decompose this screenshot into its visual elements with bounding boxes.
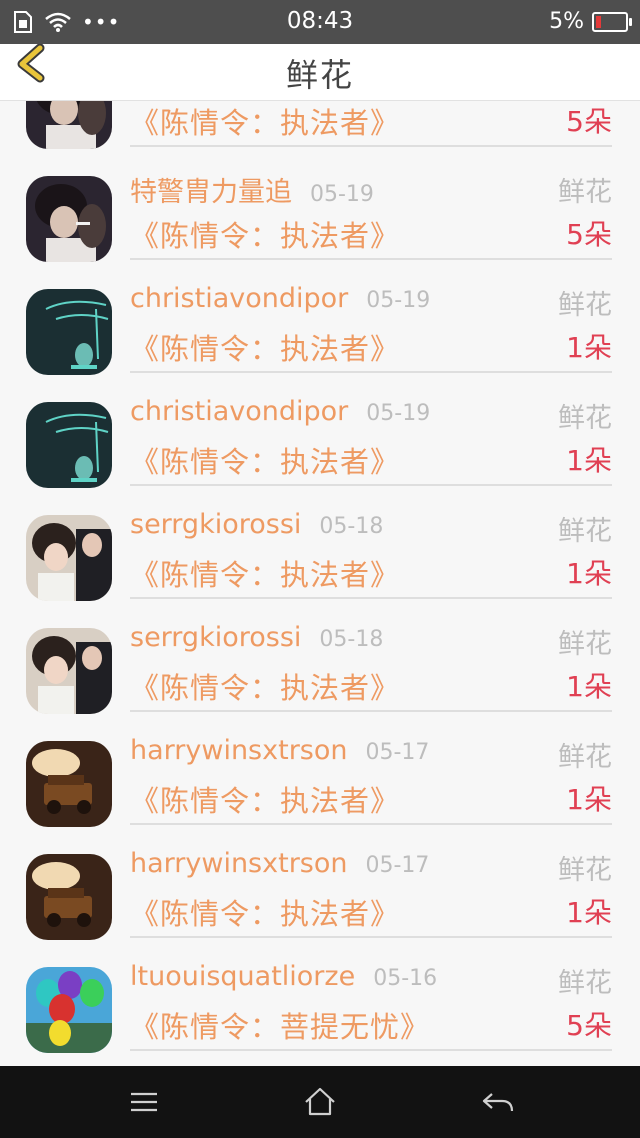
avatar-a (26, 176, 112, 262)
work-title[interactable]: 《陈情令：执法者》 (130, 439, 400, 481)
avatar-d (26, 854, 112, 940)
gift-count: 1朵 (566, 783, 612, 816)
list-item[interactable]: serrgkiorossi 05-18 鲜花 《陈情令：执法者》 1朵 (0, 598, 640, 714)
return-button[interactable] (478, 1084, 518, 1120)
user-name[interactable]: christiavondipor (130, 396, 348, 427)
avatar-e (26, 967, 112, 1053)
avatar-d (26, 741, 112, 827)
work-title[interactable]: 《陈情令：执法者》 (130, 665, 400, 707)
menu-icon (131, 1092, 157, 1112)
gift-type: 鲜花 (558, 290, 612, 321)
gift-date: 05-17 (365, 853, 430, 878)
avatar-b (26, 289, 112, 375)
gift-type: 鲜花 (558, 968, 612, 999)
gift-type: 鲜花 (558, 742, 612, 773)
user-avatar[interactable] (26, 101, 112, 149)
gift-count: 1朵 (566, 331, 612, 364)
gift-record-list: 《陈情令：执法者》 5朵 特警胄力量追 05-19 鲜花 《陈情令：执法者》 5朵 (0, 101, 640, 1066)
user-avatar[interactable] (26, 967, 112, 1053)
battery-indicator: 5% (549, 9, 632, 34)
avatar-a (26, 101, 112, 149)
gift-date: 05-19 (366, 288, 431, 313)
home-icon (305, 1087, 335, 1116)
user-avatar[interactable] (26, 515, 112, 601)
list-item[interactable]: serrgkiorossi 05-18 鲜花 《陈情令：执法者》 1朵 (0, 485, 640, 601)
user-avatar[interactable] (26, 741, 112, 827)
gift-date: 05-17 (365, 740, 430, 765)
avatar-b (26, 402, 112, 488)
work-title[interactable]: 《陈情令：菩提无忧》 (130, 1004, 430, 1046)
gift-date: 05-18 (319, 627, 384, 652)
list-item[interactable]: harrywinsxtrson 05-17 鲜花 《陈情令：执法者》 1朵 (0, 711, 640, 827)
list-item[interactable]: harrywinsxtrson 05-17 鲜花 《陈情令：执法者》 1朵 (0, 824, 640, 940)
user-name[interactable]: harrywinsxtrson (130, 735, 348, 766)
gift-type: 鲜花 (558, 403, 612, 434)
user-avatar[interactable] (26, 854, 112, 940)
avatar-c (26, 628, 112, 714)
status-time: 08:43 (286, 8, 354, 34)
page-title: 鲜花 (285, 56, 354, 94)
return-icon (482, 1093, 514, 1112)
system-nav-bar (0, 1066, 640, 1138)
avatar-c (26, 515, 112, 601)
user-name[interactable]: harrywinsxtrson (130, 848, 348, 879)
gift-count: 1朵 (566, 896, 612, 929)
gift-date: 05-19 (310, 182, 374, 207)
user-avatar[interactable] (26, 628, 112, 714)
gift-count: 1朵 (566, 444, 612, 477)
battery-icon (592, 11, 632, 32)
home-button[interactable] (300, 1084, 340, 1120)
gift-type: 鲜花 (558, 177, 612, 208)
user-name[interactable]: 特警胄力量追 (130, 170, 292, 209)
work-title[interactable]: 《陈情令：执法者》 (130, 326, 400, 368)
gift-type: 鲜花 (558, 629, 612, 660)
gift-type: 鲜花 (558, 855, 612, 886)
nav-bar: 鲜花 (0, 43, 640, 101)
list-item[interactable]: christiavondipor 05-19 鲜花 《陈情令：执法者》 1朵 (0, 372, 640, 488)
list-item[interactable]: 特警胄力量追 05-19 鲜花 《陈情令：执法者》 5朵 (0, 146, 640, 262)
battery-percent: 5% (549, 9, 584, 34)
user-name[interactable]: ltuouisquatliorze (130, 961, 355, 992)
user-avatar[interactable] (26, 402, 112, 488)
list-item[interactable]: christiavondipor 05-19 鲜花 《陈情令：执法者》 1朵 (0, 259, 640, 375)
gift-date: 05-19 (366, 401, 431, 426)
user-name[interactable]: serrgkiorossi (130, 509, 301, 540)
user-avatar[interactable] (26, 176, 112, 262)
work-title[interactable]: 《陈情令：执法者》 (130, 213, 400, 255)
work-title[interactable]: 《陈情令：执法者》 (130, 552, 400, 594)
user-name[interactable]: serrgkiorossi (130, 622, 301, 653)
user-name[interactable]: christiavondipor (130, 283, 348, 314)
list-item-partial[interactable] (0, 1050, 640, 1066)
gift-count: 5朵 (566, 105, 612, 138)
gift-count: 5朵 (566, 1009, 612, 1042)
list-item-partial[interactable]: 《陈情令：执法者》 5朵 (0, 101, 640, 149)
work-title[interactable]: 《陈情令：执法者》 (130, 891, 400, 933)
gift-count: 5朵 (566, 218, 612, 251)
gift-count: 1朵 (566, 670, 612, 703)
gift-date: 05-18 (319, 514, 384, 539)
gift-type: 鲜花 (558, 516, 612, 547)
status-bar: ••• 08:43 5% (0, 0, 640, 44)
menu-button[interactable] (124, 1084, 164, 1120)
work-title: 《陈情令：执法者》 (130, 106, 401, 140)
user-avatar[interactable] (26, 289, 112, 375)
gift-count: 1朵 (566, 557, 612, 590)
list-item[interactable]: ltuouisquatliorze 05-16 鲜花 《陈情令：菩提无忧》 5朵 (0, 937, 640, 1053)
gift-date: 05-16 (373, 966, 438, 991)
work-title[interactable]: 《陈情令：执法者》 (130, 778, 400, 820)
